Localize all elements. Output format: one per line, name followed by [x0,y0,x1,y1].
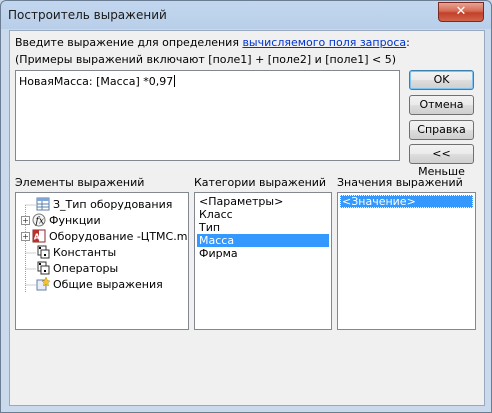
expand-icon[interactable]: + [21,216,30,225]
tree-item-label: Константы [53,246,117,259]
help-button[interactable]: Справка [409,120,474,140]
window-title: Построитель выражений [8,8,167,22]
list-item[interactable]: <Параметры> [197,195,329,208]
cancel-button[interactable]: Отмена [409,95,474,115]
elements-label: Элементы выражений [15,176,145,189]
tree-item-label: З_Тип оборудования [53,198,173,211]
calculated-field-link[interactable]: вычисляемого поля запроса [242,36,406,49]
common-expressions-icon [36,277,50,291]
list-item-selected[interactable]: <Значение> [340,195,473,208]
expression-input[interactable]: НоваяМасса: [Масса] *0,97 [15,70,400,161]
text-caret [174,75,176,87]
tree-item-label: Общие выражения [53,278,163,291]
instruction-line-1: Введите выражение для определения вычисл… [15,36,410,49]
close-icon: ✕ [455,4,467,19]
tree-item-constants[interactable]: Константы [34,245,116,261]
function-icon: fx [32,213,46,227]
less-button[interactable]: << Меньше [409,144,474,178]
title-bar[interactable]: Построитель выражений ✕ [1,1,491,29]
instruction-text: Введите выражение для определения [15,36,243,49]
ok-button[interactable]: OK [409,70,474,90]
tree-item-query[interactable]: З_Тип оборудования [34,197,172,213]
svg-text:fx: fx [35,217,44,227]
tree-item-common-expressions[interactable]: Общие выражения [34,277,163,293]
expression-builder-window: Построитель выражений ✕ Введите выражени… [0,0,492,413]
tree-item-database[interactable]: + A Оборудование -ЦТМС.md [21,229,189,245]
expand-icon[interactable]: + [21,232,30,241]
close-button[interactable]: ✕ [438,2,484,22]
categories-list[interactable]: <Параметры> Класс Тип Масса Фирма [194,192,332,330]
list-item[interactable]: Класс [197,208,329,221]
dialog-body: Введите выражение для определения вычисл… [9,30,485,406]
query-icon [36,197,50,211]
list-item-selected[interactable]: Масса [197,234,329,247]
expression-text: НоваяМасса: [Масса] *0,97 [19,75,174,88]
svg-text:A: A [34,233,41,242]
values-label: Значения выражений [337,176,463,189]
tree-item-label: Операторы [53,262,119,275]
categories-label: Категории выражений [194,176,327,189]
list-item[interactable]: Тип [197,221,329,234]
elements-tree[interactable]: З_Тип оборудования + fx Функции + A Обор… [15,192,189,330]
instruction-colon: : [406,36,410,49]
tree-item-operators[interactable]: Операторы [34,261,118,277]
values-list[interactable]: <Значение> [337,192,476,330]
database-icon: A [32,229,46,243]
tree-item-functions[interactable]: + fx Функции [21,213,101,229]
constants-icon [37,245,50,259]
list-item[interactable]: Фирма [197,247,329,260]
tree-item-label: Оборудование -ЦТМС.md [49,230,189,243]
instruction-line-2: (Примеры выражений включают [поле1] + [п… [15,53,397,66]
operators-icon [37,261,50,275]
tree-item-label: Функции [49,214,101,227]
